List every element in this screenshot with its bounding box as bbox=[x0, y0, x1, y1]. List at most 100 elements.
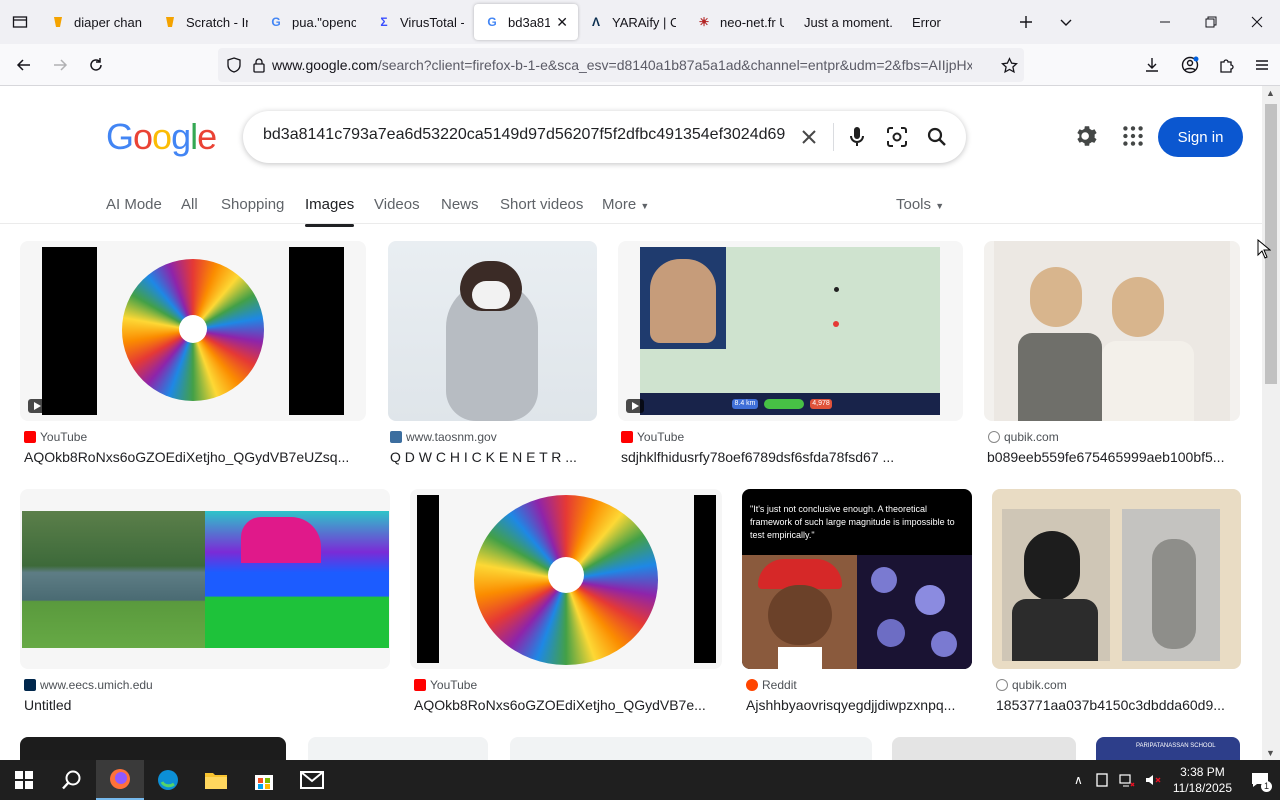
result-thumbnail[interactable]: "It's just not conclusive enough. A theo… bbox=[742, 489, 972, 669]
google-logo[interactable]: Google bbox=[106, 116, 217, 158]
minimize-button[interactable] bbox=[1142, 0, 1188, 44]
filter-more[interactable]: More ▼ bbox=[602, 196, 649, 213]
scroll-up-icon[interactable]: ▲ bbox=[1266, 88, 1275, 98]
result-thumbnail[interactable] bbox=[20, 241, 366, 421]
result-source[interactable]: YouTube bbox=[414, 678, 477, 692]
taskbar-store[interactable] bbox=[240, 760, 288, 800]
tab-list-button[interactable] bbox=[0, 0, 40, 44]
volume-muted-icon[interactable] bbox=[1145, 773, 1161, 787]
network-icon[interactable] bbox=[1119, 773, 1135, 787]
google-apps-icon[interactable] bbox=[1120, 123, 1146, 154]
filter-short-videos[interactable]: Short videos bbox=[500, 196, 583, 213]
result-source[interactable]: www.taosnm.gov bbox=[390, 430, 497, 444]
lock-icon[interactable] bbox=[252, 57, 266, 73]
result-source[interactable]: YouTube bbox=[24, 430, 87, 444]
arrow-right-icon bbox=[54, 58, 68, 71]
list-all-tabs-button[interactable] bbox=[1046, 0, 1086, 44]
tray-app-icon[interactable] bbox=[1095, 773, 1109, 787]
result-title[interactable]: b089eeb559fe675465999aeb100bf5... bbox=[987, 449, 1237, 465]
extensions-button[interactable] bbox=[1208, 49, 1244, 81]
result-title[interactable]: Untitled bbox=[24, 697, 384, 713]
browser-tab[interactable]: diaper chang bbox=[40, 4, 152, 40]
reload-button[interactable] bbox=[78, 49, 114, 81]
back-button[interactable] bbox=[6, 49, 42, 81]
result-thumbnail[interactable] bbox=[510, 737, 872, 760]
youtube-icon bbox=[24, 431, 36, 443]
bookmark-star-icon[interactable] bbox=[1001, 57, 1018, 74]
result-thumbnail[interactable] bbox=[410, 489, 722, 669]
taskbar-file-explorer[interactable] bbox=[192, 760, 240, 800]
browser-tab[interactable]: Just a moment... bbox=[794, 4, 902, 40]
app-menu-button[interactable] bbox=[1244, 49, 1280, 81]
page-scrollbar[interactable]: ▲ ▼ bbox=[1262, 86, 1280, 760]
browser-tab[interactable]: Error bbox=[902, 4, 982, 40]
taskbar-mail[interactable] bbox=[288, 760, 336, 800]
search-icon[interactable] bbox=[923, 123, 951, 151]
source-label: www.taosnm.gov bbox=[406, 430, 497, 444]
result-thumbnail[interactable] bbox=[308, 737, 488, 760]
result-thumbnail[interactable] bbox=[992, 489, 1241, 669]
browser-tab[interactable]: ☀ neo-net.fr U bbox=[686, 4, 794, 40]
filter-shopping[interactable]: Shopping bbox=[221, 196, 284, 213]
maximize-button[interactable] bbox=[1188, 0, 1234, 44]
result-thumbnail[interactable]: 8.4 km 4,978 bbox=[618, 241, 963, 421]
source-label: YouTube bbox=[430, 678, 478, 692]
close-window-button[interactable] bbox=[1234, 0, 1280, 44]
result-title[interactable]: AQOkb8RoNxs6oGZOEdiXetjho_QGydVB7e... bbox=[414, 697, 720, 713]
virus-render-image bbox=[857, 555, 972, 669]
tab-title: Just a moment... bbox=[804, 14, 892, 30]
tools-button[interactable]: Tools ▼ bbox=[896, 196, 944, 213]
downloads-button[interactable] bbox=[1132, 49, 1172, 81]
browser-tab[interactable]: Λ YARAify | Ch bbox=[578, 4, 686, 40]
browser-tab[interactable]: Scratch - Im bbox=[152, 4, 258, 40]
result-title[interactable]: Ajshhbyaovrisqyegdjjdiwpzxnpq... bbox=[746, 697, 970, 713]
search-box[interactable]: bd3a8141c793a7ea6d53220ca5149d97d56207f5… bbox=[243, 111, 966, 163]
address-bar[interactable]: www.google.com/search?client=firefox-b-1… bbox=[218, 48, 1024, 82]
result-source[interactable]: qubik.com bbox=[996, 678, 1067, 692]
video-play-icon bbox=[626, 399, 644, 413]
tracking-shield-icon[interactable] bbox=[226, 57, 242, 73]
streamer-image bbox=[742, 555, 857, 669]
result-source[interactable]: Reddit bbox=[746, 678, 797, 692]
result-thumbnail[interactable] bbox=[388, 241, 597, 421]
result-source[interactable]: qubik.com bbox=[988, 430, 1059, 444]
clock[interactable]: 3:38 PM 11/18/2025 bbox=[1173, 764, 1232, 796]
taskbar-firefox[interactable] bbox=[96, 760, 144, 800]
action-center-button[interactable]: 1 bbox=[1240, 760, 1280, 800]
result-source[interactable]: www.eecs.umich.edu bbox=[24, 678, 153, 692]
result-source[interactable]: YouTube bbox=[621, 430, 684, 444]
settings-gear-icon[interactable] bbox=[1074, 123, 1100, 154]
result-title[interactable]: AQOkb8RoNxs6oGZOEdiXetjho_QGydVB7eUZsq..… bbox=[24, 449, 364, 465]
camera-lens-icon[interactable] bbox=[883, 123, 911, 151]
start-button[interactable] bbox=[0, 760, 48, 800]
search-query-text[interactable]: bd3a8141c793a7ea6d53220ca5149d97d56207f5… bbox=[263, 126, 785, 144]
result-title[interactable]: Q D W C H I C K E N E T R ... bbox=[390, 449, 596, 465]
filter-news[interactable]: News bbox=[441, 196, 479, 213]
filter-images[interactable]: Images bbox=[305, 196, 355, 227]
result-title[interactable]: sdjhklfhidusrfy78oef6789dsf6sfda78fsd67 … bbox=[621, 449, 961, 465]
filter-all[interactable]: All bbox=[181, 196, 198, 213]
forward-button[interactable] bbox=[42, 49, 78, 81]
account-button[interactable] bbox=[1172, 49, 1208, 81]
result-thumbnail[interactable] bbox=[892, 737, 1076, 760]
result-thumbnail[interactable] bbox=[20, 737, 286, 760]
filter-ai-mode[interactable]: AI Mode bbox=[106, 196, 162, 213]
yaraify-tab-icon: Λ bbox=[591, 15, 600, 29]
show-hidden-icons-icon[interactable]: ∧ bbox=[1074, 773, 1083, 787]
sign-in-button[interactable]: Sign in bbox=[1158, 117, 1243, 157]
microphone-icon[interactable] bbox=[843, 123, 871, 151]
clear-search-icon[interactable] bbox=[795, 123, 823, 151]
new-tab-button[interactable] bbox=[1006, 0, 1046, 44]
result-thumbnail[interactable] bbox=[20, 489, 390, 669]
close-tab-icon[interactable]: ✕ bbox=[556, 14, 568, 31]
browser-tab[interactable]: G pua."openca bbox=[258, 4, 366, 40]
browser-tab[interactable]: Σ VirusTotal - bbox=[366, 4, 474, 40]
scroll-down-icon[interactable]: ▼ bbox=[1266, 748, 1275, 758]
taskbar-edge[interactable] bbox=[144, 760, 192, 800]
result-thumbnail[interactable] bbox=[984, 241, 1240, 421]
taskbar-search-button[interactable] bbox=[48, 760, 96, 800]
result-thumbnail[interactable]: PARIPATANASSAN SCHOOL bbox=[1096, 737, 1240, 760]
filter-videos[interactable]: Videos bbox=[374, 196, 420, 213]
result-title[interactable]: 1853771aa037b4150c3dbdda60d9... bbox=[996, 697, 1240, 713]
browser-tab-active[interactable]: G bd3a8141 ✕ bbox=[474, 4, 578, 40]
